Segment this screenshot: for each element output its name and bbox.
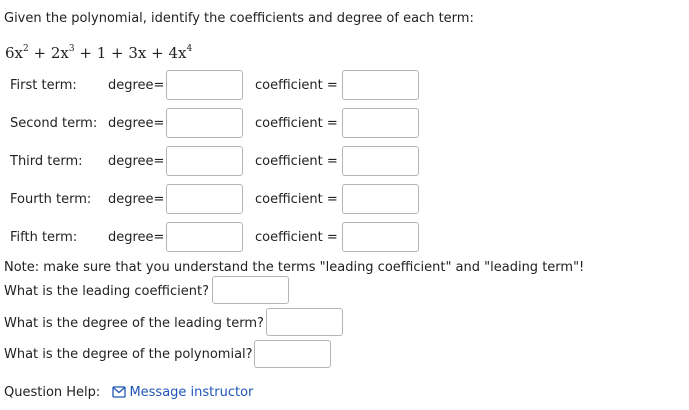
coefficient-label-3: coefficient = — [255, 154, 338, 169]
leading-degree-input[interactable] — [266, 308, 343, 336]
degree-input-3[interactable] — [166, 146, 243, 176]
note-text: Note: make sure that you understand the … — [4, 260, 585, 275]
message-instructor-label: Message instructor — [129, 385, 254, 400]
coefficient-input-4[interactable] — [342, 184, 419, 214]
envelope-icon — [112, 386, 127, 402]
degree-label-1: degree= — [108, 78, 165, 93]
degree-input-4[interactable] — [166, 184, 243, 214]
degree-input-5[interactable] — [166, 222, 243, 252]
leading-coefficient-question: What is the leading coefficient? — [4, 284, 209, 299]
poly-part-2: + 2x — [28, 44, 69, 62]
coefficient-label-2: coefficient = — [255, 116, 338, 131]
coefficient-label-5: coefficient = — [255, 230, 338, 245]
term-label-5: Fifth term: — [10, 230, 78, 245]
term-label-2: Second term: — [10, 116, 98, 131]
degree-label-5: degree= — [108, 230, 165, 245]
leading-degree-question: What is the degree of the leading term? — [4, 316, 264, 331]
coefficient-input-2[interactable] — [342, 108, 419, 138]
question-help-label: Question Help: — [4, 385, 101, 400]
term-label-4: Fourth term: — [10, 192, 92, 207]
coefficient-input-3[interactable] — [342, 146, 419, 176]
coefficient-input-1[interactable] — [342, 70, 419, 100]
poly-exp-3: 4 — [186, 44, 193, 54]
coefficient-input-5[interactable] — [342, 222, 419, 252]
question-help: Question Help: Message instructor — [4, 385, 253, 402]
degree-input-1[interactable] — [166, 70, 243, 100]
coefficient-label-1: coefficient = — [255, 78, 338, 93]
polynomial-degree-question: What is the degree of the polynomial? — [4, 347, 253, 362]
term-label-3: Third term: — [10, 154, 83, 169]
degree-label-4: degree= — [108, 192, 165, 207]
polynomial-degree-input[interactable] — [254, 340, 331, 368]
term-label-1: First term: — [10, 78, 77, 93]
degree-label-3: degree= — [108, 154, 165, 169]
instruction-text: Given the polynomial, identify the coeff… — [4, 11, 474, 26]
leading-coefficient-input[interactable] — [212, 276, 289, 304]
polynomial-expression: 6x2 + 2x3 + 1 + 3x + 4x4 — [5, 44, 192, 62]
degree-input-2[interactable] — [166, 108, 243, 138]
poly-part-1: 6x — [5, 44, 24, 62]
degree-label-2: degree= — [108, 116, 165, 131]
message-instructor-link[interactable]: Message instructor — [112, 385, 253, 400]
poly-part-3: + 1 + 3x + 4x — [74, 44, 187, 62]
coefficient-label-4: coefficient = — [255, 192, 338, 207]
